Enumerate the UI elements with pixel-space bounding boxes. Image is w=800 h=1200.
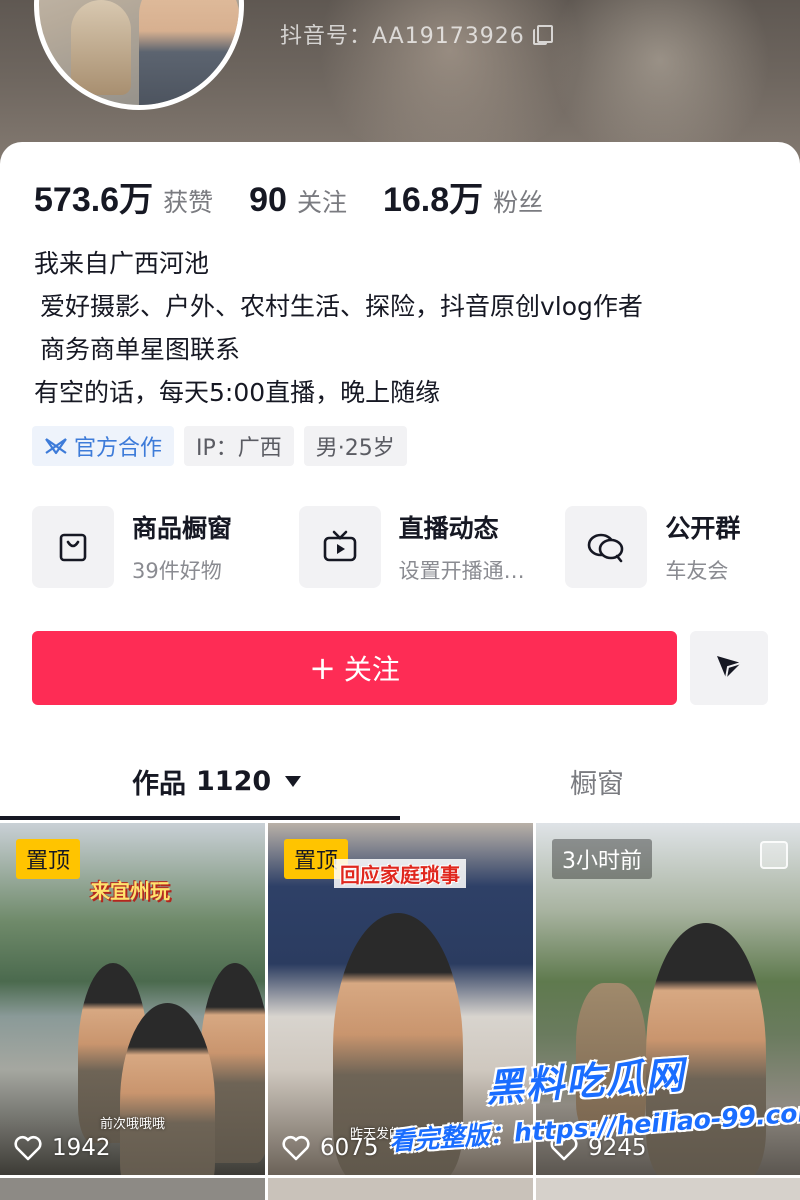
header-background-shape xyxy=(540,0,780,160)
active-tab-indicator xyxy=(0,816,400,820)
pinned-badge: 置顶 xyxy=(16,839,81,879)
video-thumbnail-partial[interactable] xyxy=(0,1178,265,1200)
feature-title: 直播动态 xyxy=(398,514,499,543)
stat-value: 16.8万 xyxy=(382,181,484,219)
plus-icon: + xyxy=(309,649,336,687)
video-subtitle: 前次哦哦哦 xyxy=(100,1117,166,1132)
follow-button[interactable]: + 关注 xyxy=(32,631,677,705)
video-likes: 6075 xyxy=(282,1135,379,1161)
stat-followers[interactable]: 16.8万 粉丝 xyxy=(383,172,543,221)
tag-row: 官方合作 IP：广西 男·25岁 xyxy=(32,426,407,466)
video-likes-count: 6075 xyxy=(320,1135,379,1161)
video-figure xyxy=(120,1003,215,1175)
stat-following[interactable]: 90 关注 xyxy=(249,181,347,220)
bio-line: 爱好摄影、户外、农村生活、探险，抖音原创vlog作者 xyxy=(40,292,643,321)
official-cooperation-tag[interactable]: 官方合作 xyxy=(32,426,175,466)
chat-bubble-icon xyxy=(565,506,648,588)
tab-works[interactable]: 作品 1120 xyxy=(132,762,302,801)
avatar-dog-figure xyxy=(71,0,131,95)
content-tabs: 作品 1120 橱窗 xyxy=(0,742,800,822)
feature-public-group[interactable]: 公开群 车友会 xyxy=(565,506,800,588)
feature-title: 商品橱窗 xyxy=(132,514,233,543)
avatar-person-figure xyxy=(139,0,239,105)
bio-line: 有空的话，每天5:00直播，晚上随缘 xyxy=(34,378,441,407)
douyin-id[interactable]: 抖音号：AA19173926 xyxy=(280,18,553,50)
feature-shop-window[interactable]: 商品橱窗 39件好物 xyxy=(32,506,299,588)
official-cooperation-label: 官方合作 xyxy=(74,436,163,461)
time-badge: 3小时前 xyxy=(552,839,652,879)
bio-line: 我来自广西河池 xyxy=(34,249,210,278)
select-checkbox-icon[interactable] xyxy=(760,841,788,869)
bio: 我来自广西河池 爱好摄影、户外、农村生活、探险，抖音原创vlog作者 商务商单星… xyxy=(34,242,643,414)
feature-subtitle: 设置开播通… xyxy=(398,559,525,583)
tab-works-label: 作品 xyxy=(132,769,186,800)
feature-row: 商品橱窗 39件好物 直播动态 设置开播通… 公开群 车友会 xyxy=(32,506,800,588)
tab-works-count: 1120 xyxy=(196,766,272,797)
stat-likes[interactable]: 573.6万 获赞 xyxy=(34,172,213,221)
heart-icon xyxy=(14,1135,42,1161)
paper-plane-icon xyxy=(714,651,744,685)
caret-down-icon[interactable] xyxy=(285,776,302,787)
follow-label: 关注 xyxy=(343,653,400,686)
video-likes: 1942 xyxy=(14,1135,111,1161)
shopping-bag-icon xyxy=(32,506,114,588)
feature-title: 公开群 xyxy=(665,514,741,543)
heart-icon xyxy=(282,1135,310,1161)
stat-label: 粉丝 xyxy=(493,188,544,217)
avatar[interactable] xyxy=(34,0,244,110)
copy-icon[interactable] xyxy=(532,25,553,45)
feature-live[interactable]: 直播动态 设置开播通… xyxy=(298,506,566,588)
share-button[interactable] xyxy=(690,631,768,705)
gender-age-tag: 男·25岁 xyxy=(303,426,407,466)
stat-value: 573.6万 xyxy=(34,181,154,219)
profile-card: 573.6万 获赞 90 关注 16.8万 粉丝 我来自广西河池 爱好摄影、户外… xyxy=(0,142,800,1200)
tab-shop-window[interactable]: 橱窗 xyxy=(570,762,624,801)
feature-subtitle: 车友会 xyxy=(665,559,729,583)
stat-label: 获赞 xyxy=(163,188,214,217)
video-thumbnail[interactable]: 置顶 来宜州玩 前次哦哦哦 1942 xyxy=(0,823,265,1175)
official-cooperation-icon xyxy=(44,435,68,457)
douyin-id-text: 抖音号：AA19173926 xyxy=(280,24,525,49)
feature-subtitle: 39件好物 xyxy=(132,559,222,583)
video-likes-count: 1942 xyxy=(52,1135,111,1161)
ip-location-tag: IP：广西 xyxy=(184,426,294,466)
bio-line: 商务商单星图联系 xyxy=(40,335,241,364)
stat-label: 关注 xyxy=(296,188,347,217)
stat-value: 90 xyxy=(249,181,287,219)
stats-row: 573.6万 获赞 90 关注 16.8万 粉丝 xyxy=(34,172,579,221)
video-caption: 来宜州玩 xyxy=(90,879,170,903)
live-tv-icon xyxy=(298,506,381,588)
video-caption: 回应家庭琐事 xyxy=(334,859,466,888)
